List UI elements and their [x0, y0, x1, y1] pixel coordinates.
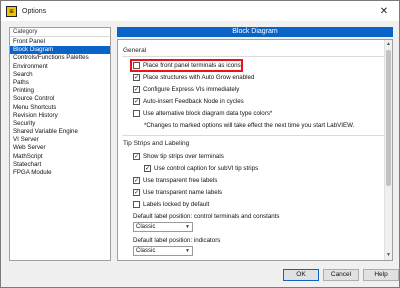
- category-item-search[interactable]: Search: [10, 71, 110, 79]
- checkbox[interactable]: ✓: [133, 98, 140, 105]
- option-configure-express-vis[interactable]: ✓ Configure Express VIs immediately: [133, 86, 239, 93]
- category-header: Category: [10, 28, 110, 37]
- option-transparent-free-labels[interactable]: ✓ Use transparent free labels: [133, 177, 217, 184]
- chevron-down-icon: ▼: [185, 224, 190, 230]
- scroll-down-icon[interactable]: ▼: [385, 252, 392, 259]
- category-item-front-panel[interactable]: Front Panel: [10, 38, 110, 46]
- category-item-statechart[interactable]: Statechart: [10, 161, 110, 169]
- option-alternative-data-type-colors[interactable]: Use alternative block diagram data type …: [133, 110, 272, 117]
- checkbox[interactable]: ✓: [133, 74, 140, 81]
- checkbox[interactable]: [133, 201, 140, 208]
- option-control-caption-tip-strips[interactable]: ✓ Use control caption for subVI tip stri…: [144, 165, 258, 172]
- category-item-block-diagram[interactable]: Block Diagram: [10, 46, 110, 55]
- checkbox[interactable]: ✓: [144, 165, 151, 172]
- option-transparent-name-labels[interactable]: ✓ Use transparent name labels: [133, 189, 222, 196]
- scrollbar-thumb[interactable]: [386, 50, 391, 186]
- checkbox[interactable]: [133, 110, 140, 117]
- section-title-general: General: [123, 47, 147, 54]
- window-title: Options: [22, 7, 47, 15]
- category-item-fpga-module[interactable]: FPGA Module: [10, 169, 110, 177]
- control-label-position-select[interactable]: Classic ▼: [133, 222, 193, 232]
- ok-button[interactable]: OK: [283, 269, 319, 281]
- chevron-down-icon: ▼: [185, 248, 190, 254]
- section-divider: [122, 135, 384, 136]
- category-item-security[interactable]: Security: [10, 120, 110, 128]
- category-item-web-server[interactable]: Web Server: [10, 144, 110, 152]
- option-label: Use alternative block diagram data type …: [143, 110, 273, 117]
- category-item-environment[interactable]: Environment: [10, 63, 110, 71]
- title-bar: ⊞ Options ✕: [1, 1, 399, 21]
- option-label: Use transparent name labels: [143, 189, 223, 196]
- category-item-menu-shortcuts[interactable]: Menu Shortcuts: [10, 104, 110, 112]
- option-label: Configure Express VIs immediately: [143, 86, 240, 93]
- restart-note: *Changes to marked options will take eff…: [144, 122, 355, 129]
- category-item-paths[interactable]: Paths: [10, 79, 110, 87]
- help-button[interactable]: Help: [363, 269, 399, 281]
- category-item-controls-functions-palettes[interactable]: Controls/Functions Palettes: [10, 54, 110, 62]
- option-label: Auto-insert Feedback Node in cycles: [143, 98, 244, 105]
- cancel-button[interactable]: Cancel: [323, 269, 359, 281]
- indicator-label-position-select[interactable]: Classic ▼: [133, 246, 193, 256]
- checkbox[interactable]: ✓: [133, 189, 140, 196]
- content-panel: General Place front panel terminals as i…: [117, 39, 393, 261]
- labview-app-icon: ⊞: [6, 5, 17, 17]
- option-auto-insert-feedback-node[interactable]: ✓ Auto-insert Feedback Node in cycles: [133, 98, 244, 105]
- checkbox[interactable]: ✓: [133, 177, 140, 184]
- annotation-highlight-box: [130, 59, 243, 72]
- indicator-label-position-label: Default label position: indicators: [133, 237, 221, 244]
- option-label: Show tip strips over terminals: [143, 153, 224, 160]
- vertical-scrollbar[interactable]: ▲ ▼: [384, 40, 392, 260]
- category-item-printing[interactable]: Printing: [10, 87, 110, 95]
- option-show-tip-strips[interactable]: ✓ Show tip strips over terminals: [133, 153, 224, 160]
- option-label: Use transparent free labels: [143, 177, 218, 184]
- select-value: Classic: [136, 248, 156, 254]
- select-value: Classic: [136, 224, 156, 230]
- category-item-mathscript[interactable]: MathScript: [10, 153, 110, 161]
- close-icon[interactable]: ✕: [369, 1, 399, 21]
- option-labels-locked[interactable]: Labels locked by default: [133, 201, 209, 208]
- option-label: Use control caption for subVI tip strips: [154, 165, 259, 172]
- category-list: Front Panel Block Diagram Controls/Funct…: [10, 37, 110, 177]
- option-auto-grow[interactable]: ✓ Place structures with Auto Grow enable…: [133, 74, 254, 81]
- control-label-position-label: Default label position: control terminal…: [133, 213, 280, 220]
- section-title-tip-strips: Tip Strips and Labeling: [123, 140, 190, 147]
- section-divider: [122, 56, 384, 57]
- content-header: Block Diagram: [117, 27, 393, 37]
- category-list-panel: Category Front Panel Block Diagram Contr…: [9, 27, 111, 261]
- category-item-shared-variable-engine[interactable]: Shared Variable Engine: [10, 128, 110, 136]
- option-label: Labels locked by default: [143, 201, 210, 208]
- option-label: Place structures with Auto Grow enabled: [143, 74, 255, 81]
- scroll-up-icon[interactable]: ▲: [385, 41, 392, 48]
- options-window: ⊞ Options ✕ Category Front Panel Block D…: [0, 0, 400, 288]
- checkbox[interactable]: ✓: [133, 153, 140, 160]
- category-item-source-control[interactable]: Source Control: [10, 95, 110, 103]
- checkbox[interactable]: ✓: [133, 86, 140, 93]
- category-item-vi-server[interactable]: VI Server: [10, 136, 110, 144]
- category-item-revision-history[interactable]: Revision History: [10, 112, 110, 120]
